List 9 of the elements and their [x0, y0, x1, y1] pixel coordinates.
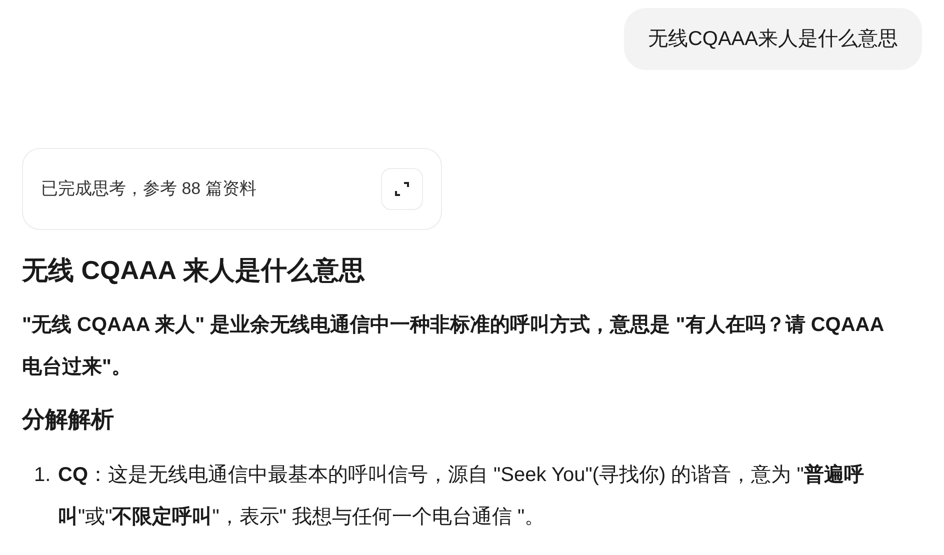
section-title: 分解解析	[22, 405, 115, 434]
answer-title: 无线 CQAAA 来人是什么意思	[22, 254, 366, 287]
thinking-status: 已完成思考，参考 88 篇资料	[41, 178, 256, 200]
user-message-bubble: 无线CQAAA来人是什么意思	[624, 8, 922, 70]
expand-icon	[393, 180, 411, 198]
list-item-text: CQ：这是无线电通信中最基本的呼叫信号，源自 "Seek You"(寻找你) 的谐音，意为 "普遍呼叫"或"不限定呼叫"，表示" 我想与任何一个电台通信 "。	[58, 462, 865, 530]
list-number: 1.	[34, 463, 52, 488]
answer-summary: "无线 CQAAA 来人" 是业余无线电通信中一种非标准的呼叫方式，意思是 "有人在吗？请 CQAAA 电台过来"。	[22, 312, 884, 380]
expand-button[interactable]	[381, 168, 423, 210]
